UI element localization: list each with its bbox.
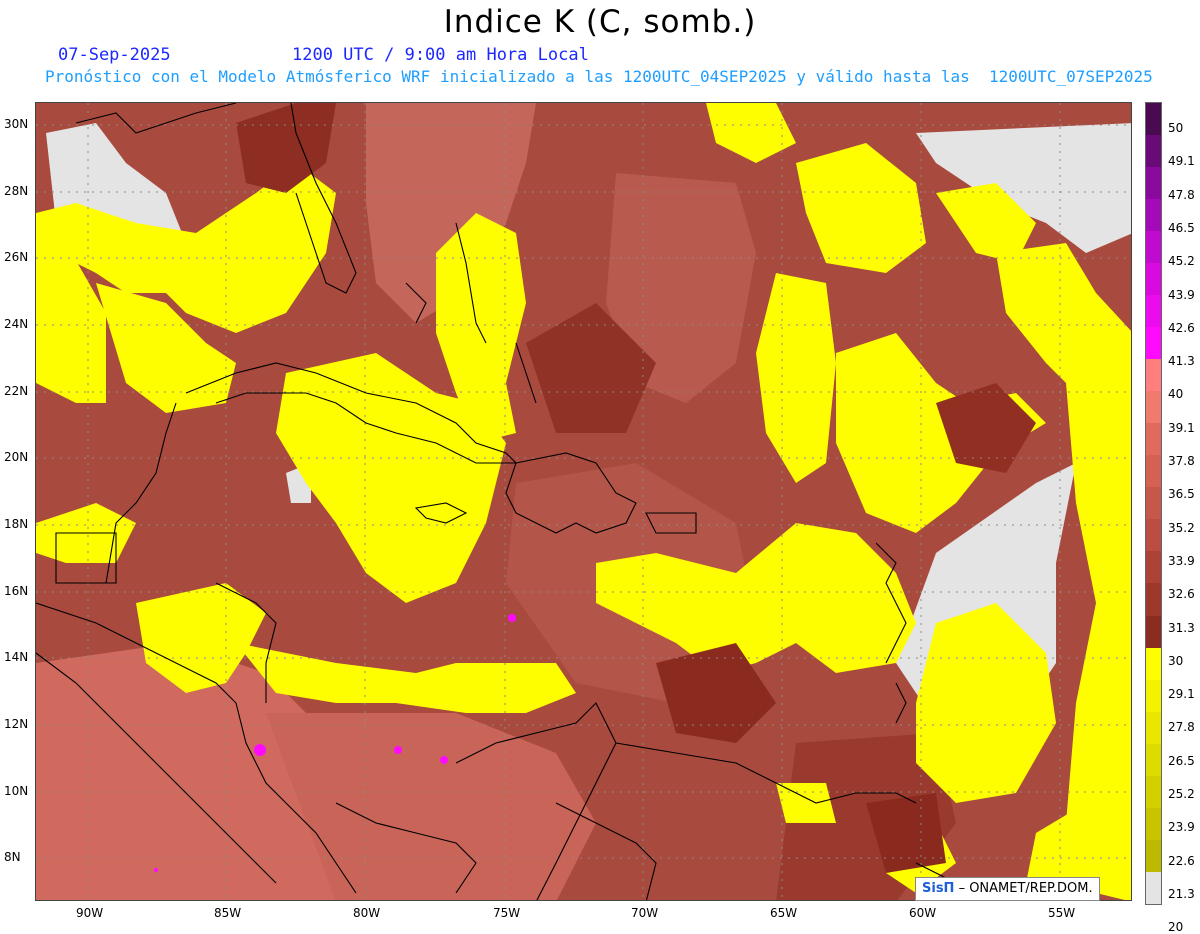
lon-label: 55W bbox=[1048, 906, 1076, 920]
colorbar-swatch bbox=[1146, 423, 1161, 456]
colorbar-swatch bbox=[1146, 167, 1161, 200]
colorbar-label: 27.8 bbox=[1168, 720, 1195, 735]
lon-label: 70W bbox=[631, 906, 659, 920]
lat-label: 16N bbox=[4, 584, 29, 598]
colorbar-label: 49.1 bbox=[1168, 154, 1195, 169]
sispi-logo: SisΠ bbox=[922, 881, 955, 896]
colorbar-label: 36.5 bbox=[1168, 487, 1195, 502]
lon-label: 80W bbox=[353, 906, 381, 920]
lat-label: 8N bbox=[4, 850, 21, 864]
colorbar-label: 37.8 bbox=[1168, 454, 1195, 468]
colorbar-label: 47.8 bbox=[1168, 187, 1195, 202]
lat-label: 30N bbox=[4, 117, 29, 131]
lat-label: 22N bbox=[4, 384, 29, 398]
colorbar-swatch bbox=[1146, 583, 1161, 616]
colorbar-swatch bbox=[1146, 199, 1161, 232]
colorbar-label: 46.5 bbox=[1168, 220, 1195, 235]
colorbar-label: 43.9 bbox=[1168, 287, 1195, 302]
lat-label: 14N bbox=[4, 650, 29, 664]
colorbar-swatch bbox=[1146, 615, 1161, 648]
colorbar-swatch bbox=[1146, 359, 1161, 392]
colorbar-swatch bbox=[1146, 519, 1161, 552]
colorbar-swatch bbox=[1146, 711, 1161, 744]
colorbar-swatch bbox=[1146, 743, 1161, 776]
colorbar bbox=[1145, 102, 1162, 905]
colorbar-label: 41.3 bbox=[1168, 354, 1195, 369]
colorbar-label: 50 bbox=[1168, 121, 1184, 135]
colorbar-label: 31.3 bbox=[1168, 620, 1195, 635]
colorbar-swatch bbox=[1146, 391, 1161, 424]
lat-label: 20N bbox=[4, 450, 29, 464]
lat-label: 18N bbox=[4, 517, 29, 531]
lon-label: 60W bbox=[909, 906, 937, 920]
forecast-date: 07-Sep-2025 bbox=[58, 45, 171, 65]
forecast-time: 1200 UTC / 9:00 am Hora Local bbox=[292, 45, 589, 65]
colorbar-label: 23.9 bbox=[1168, 820, 1195, 835]
colorbar-label: 32.6 bbox=[1168, 587, 1195, 602]
colorbar-swatch bbox=[1146, 807, 1161, 840]
colorbar-swatch bbox=[1146, 135, 1161, 168]
colorbar-swatch bbox=[1146, 647, 1161, 680]
colorbar-label: 25.2 bbox=[1168, 787, 1195, 801]
colorbar-label: 40 bbox=[1168, 387, 1184, 402]
colorbar-swatch bbox=[1146, 775, 1161, 808]
colorbar-swatch bbox=[1146, 551, 1161, 584]
colorbar-label: 33.9 bbox=[1168, 553, 1195, 568]
lon-label: 65W bbox=[770, 906, 798, 920]
colorbar-swatch bbox=[1146, 839, 1161, 872]
colorbar-swatch bbox=[1146, 487, 1161, 520]
colorbar-swatch bbox=[1146, 327, 1161, 360]
colorbar-swatch bbox=[1146, 295, 1161, 328]
map-canvas bbox=[36, 103, 1131, 900]
lat-label: 24N bbox=[4, 317, 29, 331]
lon-label: 90W bbox=[76, 906, 104, 920]
map-title: Indice K (C, somb.) bbox=[443, 4, 757, 40]
colorbar-label: 35.2 bbox=[1168, 520, 1195, 535]
colorbar-swatch bbox=[1146, 679, 1161, 712]
colorbar-label: 39.1 bbox=[1168, 420, 1195, 435]
colorbar-label: 29.1 bbox=[1168, 687, 1195, 702]
colorbar-label: 20 bbox=[1168, 920, 1184, 934]
colorbar-swatch bbox=[1146, 455, 1161, 488]
colorbar-swatch bbox=[1146, 263, 1161, 296]
colorbar-label: 45.2 bbox=[1168, 254, 1195, 269]
colorbar-label: 21.3 bbox=[1168, 886, 1195, 901]
colorbar-swatch bbox=[1146, 871, 1161, 904]
lon-label: 75W bbox=[493, 906, 521, 920]
lat-label: 10N bbox=[4, 784, 29, 798]
colorbar-label: 42.6 bbox=[1168, 320, 1195, 335]
colorbar-label: 26.5 bbox=[1168, 753, 1195, 768]
credit-text: – ONAMET/REP.DOM. bbox=[954, 881, 1093, 896]
colorbar-label: 22.6 bbox=[1168, 853, 1195, 868]
k-index-map bbox=[35, 102, 1132, 901]
colorbar-swatch bbox=[1146, 103, 1161, 136]
lat-label: 26N bbox=[4, 250, 29, 264]
colorbar-label: 30 bbox=[1168, 653, 1184, 668]
forecast-subtitle: Pronóstico con el Modelo Atmósferico WRF… bbox=[45, 67, 1153, 86]
lon-label: 85W bbox=[214, 906, 242, 920]
colorbar-swatch bbox=[1146, 231, 1161, 264]
lat-label: 28N bbox=[4, 184, 29, 198]
lat-label: 12N bbox=[4, 717, 29, 731]
credit-box: SisΠ – ONAMET/REP.DOM. bbox=[915, 877, 1100, 901]
